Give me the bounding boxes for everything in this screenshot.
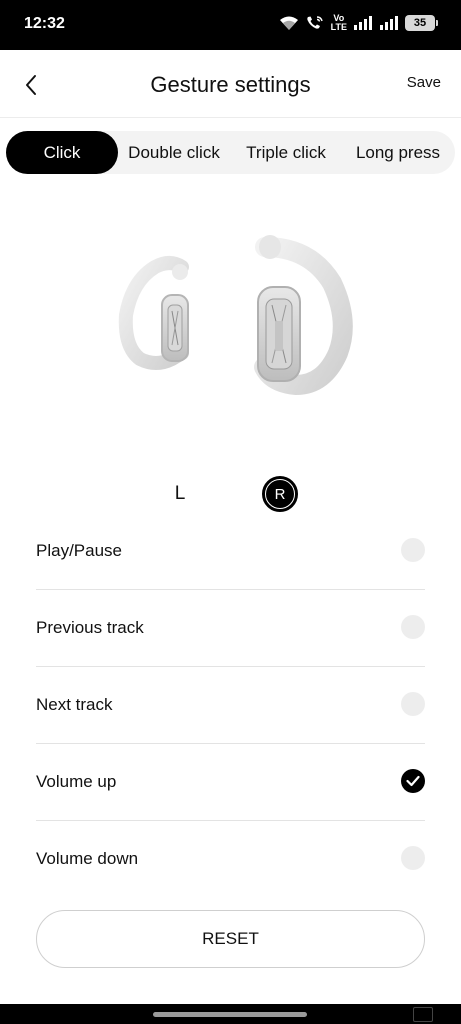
reset-button[interactable]: RESET: [36, 910, 425, 968]
floating-window-icon: [413, 1007, 433, 1022]
earbuds-image: [110, 225, 360, 415]
tab-double-click[interactable]: Double click: [122, 131, 226, 174]
radio-unselected-icon[interactable]: [401, 846, 425, 870]
gesture-action-list: Play/Pause Previous track Next track Vol…: [36, 513, 425, 898]
tab-long-press[interactable]: Long press: [346, 131, 450, 174]
app-header: Gesture settings Save: [0, 50, 461, 118]
option-label: Play/Pause: [36, 541, 122, 560]
left-earbud: [118, 256, 189, 370]
status-time: 12:32: [24, 15, 65, 32]
tab-triple-click[interactable]: Triple click: [236, 131, 336, 174]
home-indicator[interactable]: [153, 1012, 307, 1017]
signal-1-icon: [353, 15, 373, 31]
option-next-track[interactable]: Next track: [36, 667, 425, 744]
volte-icon: Vo LTE: [331, 14, 347, 32]
option-volume-down[interactable]: Volume down: [36, 821, 425, 898]
option-previous-track[interactable]: Previous track: [36, 590, 425, 667]
status-bar: 12:32 Vo LTE 35: [0, 0, 461, 50]
option-volume-up[interactable]: Volume up: [36, 744, 425, 821]
gesture-tabs: Click Double click Triple click Long pre…: [6, 131, 455, 174]
signal-2-icon: [379, 15, 399, 31]
right-earbud-label: R: [265, 479, 295, 509]
wifi-icon: [279, 15, 299, 31]
radio-unselected-icon[interactable]: [401, 692, 425, 716]
tab-click[interactable]: Click: [6, 131, 118, 174]
option-label: Volume up: [36, 772, 117, 791]
right-earbud: [254, 235, 353, 396]
option-label: Previous track: [36, 618, 144, 637]
system-nav-bar: [0, 1004, 461, 1024]
checkmark-selected-icon[interactable]: [401, 769, 425, 793]
option-label: Volume down: [36, 849, 139, 868]
option-play-pause[interactable]: Play/Pause: [36, 513, 425, 590]
radio-unselected-icon[interactable]: [401, 538, 425, 562]
volte-label-bottom: LTE: [330, 22, 347, 32]
save-button[interactable]: Save: [407, 74, 441, 91]
left-earbud-selector[interactable]: L: [164, 478, 196, 510]
status-icons: Vo LTE 35: [279, 14, 438, 32]
battery-level: 35: [413, 17, 427, 29]
option-label: Next track: [36, 695, 113, 714]
radio-unselected-icon[interactable]: [401, 615, 425, 639]
right-earbud-selector[interactable]: R: [262, 476, 298, 512]
battery-icon: 35: [405, 15, 438, 31]
wifi-call-icon: [305, 15, 325, 31]
page-title: Gesture settings: [150, 72, 311, 97]
